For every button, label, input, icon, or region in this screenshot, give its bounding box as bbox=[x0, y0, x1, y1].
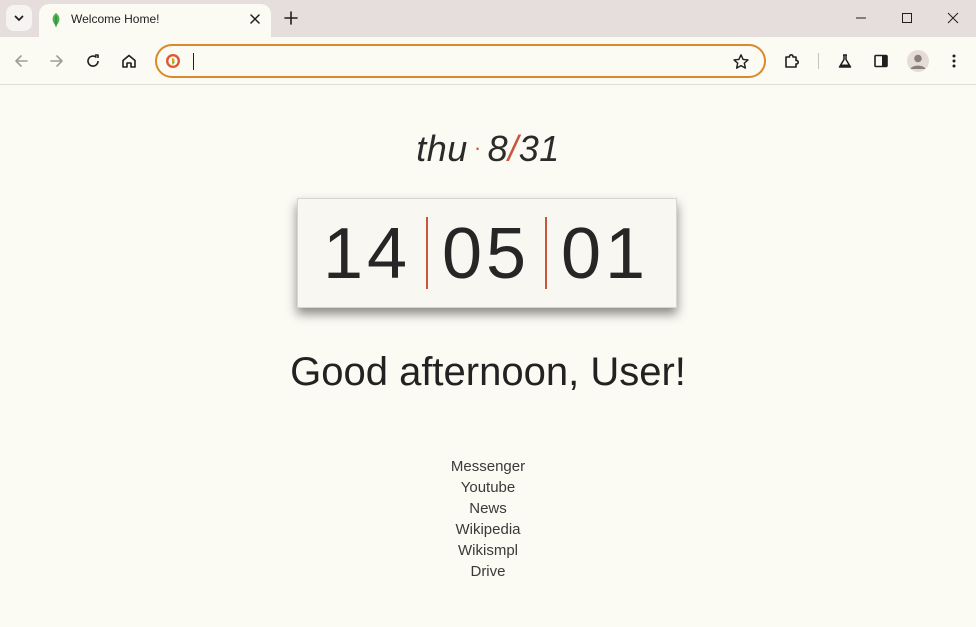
home-icon bbox=[122, 54, 136, 68]
clock-hours: 14 bbox=[322, 214, 412, 294]
maximize-icon bbox=[902, 13, 912, 23]
minimize-icon bbox=[856, 17, 866, 19]
clock-seconds: 01 bbox=[560, 214, 650, 294]
reload-icon bbox=[87, 54, 99, 67]
toolbar bbox=[0, 37, 976, 85]
day: 31 bbox=[518, 128, 560, 169]
menu-button[interactable] bbox=[942, 49, 966, 73]
side-panel-icon bbox=[874, 54, 888, 68]
extensions-button[interactable] bbox=[780, 49, 804, 73]
reload-button[interactable] bbox=[81, 49, 105, 73]
link-wikipedia[interactable]: Wikipedia bbox=[0, 519, 976, 540]
back-button[interactable] bbox=[9, 49, 33, 73]
weekday: thu bbox=[416, 128, 468, 169]
tab-search-button[interactable] bbox=[6, 5, 32, 31]
date-separator-dot: · bbox=[473, 135, 482, 160]
tab-welcome-home[interactable]: Welcome Home! bbox=[39, 4, 271, 37]
link-messenger[interactable]: Messenger bbox=[0, 456, 976, 477]
labs-button[interactable] bbox=[833, 49, 857, 73]
text-caret bbox=[193, 53, 194, 70]
close-window-button[interactable] bbox=[930, 5, 976, 31]
date-separator-slash: / bbox=[508, 128, 519, 169]
link-drive[interactable]: Drive bbox=[0, 561, 976, 582]
more-vert-icon bbox=[952, 54, 956, 68]
toolbar-separator bbox=[818, 53, 819, 69]
greeting: Good afternoon, User! bbox=[290, 350, 686, 394]
chevron-down-icon bbox=[14, 15, 24, 21]
tab-close-button[interactable] bbox=[247, 11, 263, 27]
person-icon bbox=[910, 54, 926, 69]
new-tab-button[interactable] bbox=[281, 8, 301, 28]
puzzle-icon bbox=[785, 54, 799, 68]
forward-button[interactable] bbox=[45, 49, 69, 73]
month: 8 bbox=[487, 128, 509, 169]
maximize-button[interactable] bbox=[884, 5, 930, 31]
flask-icon bbox=[838, 54, 852, 68]
home-button[interactable] bbox=[117, 49, 141, 73]
close-icon bbox=[250, 14, 260, 24]
profile-avatar[interactable] bbox=[907, 50, 929, 72]
clock-card: 14 05 01 bbox=[297, 198, 677, 308]
minimize-button[interactable] bbox=[838, 5, 884, 31]
tab-strip: Welcome Home! bbox=[0, 0, 976, 37]
tab-title: Welcome Home! bbox=[71, 12, 160, 26]
link-youtube[interactable]: Youtube bbox=[0, 477, 976, 498]
address-input[interactable] bbox=[191, 50, 711, 72]
duckduckgo-icon bbox=[166, 54, 180, 68]
star-icon[interactable] bbox=[732, 53, 750, 71]
leaf-icon bbox=[52, 13, 60, 27]
arrow-left-icon bbox=[15, 55, 28, 67]
date-display: thu · 8/31 bbox=[0, 128, 976, 170]
clock-minutes: 05 bbox=[441, 214, 531, 294]
plus-icon bbox=[284, 11, 298, 25]
arrow-right-icon bbox=[50, 55, 63, 67]
close-window-icon bbox=[947, 12, 959, 24]
address-bar[interactable] bbox=[155, 44, 766, 78]
quick-links: Messenger Youtube News Wikipedia Wikismp… bbox=[0, 456, 976, 582]
link-news[interactable]: News bbox=[0, 498, 976, 519]
link-wikismpl[interactable]: Wikismpl bbox=[0, 540, 976, 561]
side-panel-button[interactable] bbox=[869, 49, 893, 73]
